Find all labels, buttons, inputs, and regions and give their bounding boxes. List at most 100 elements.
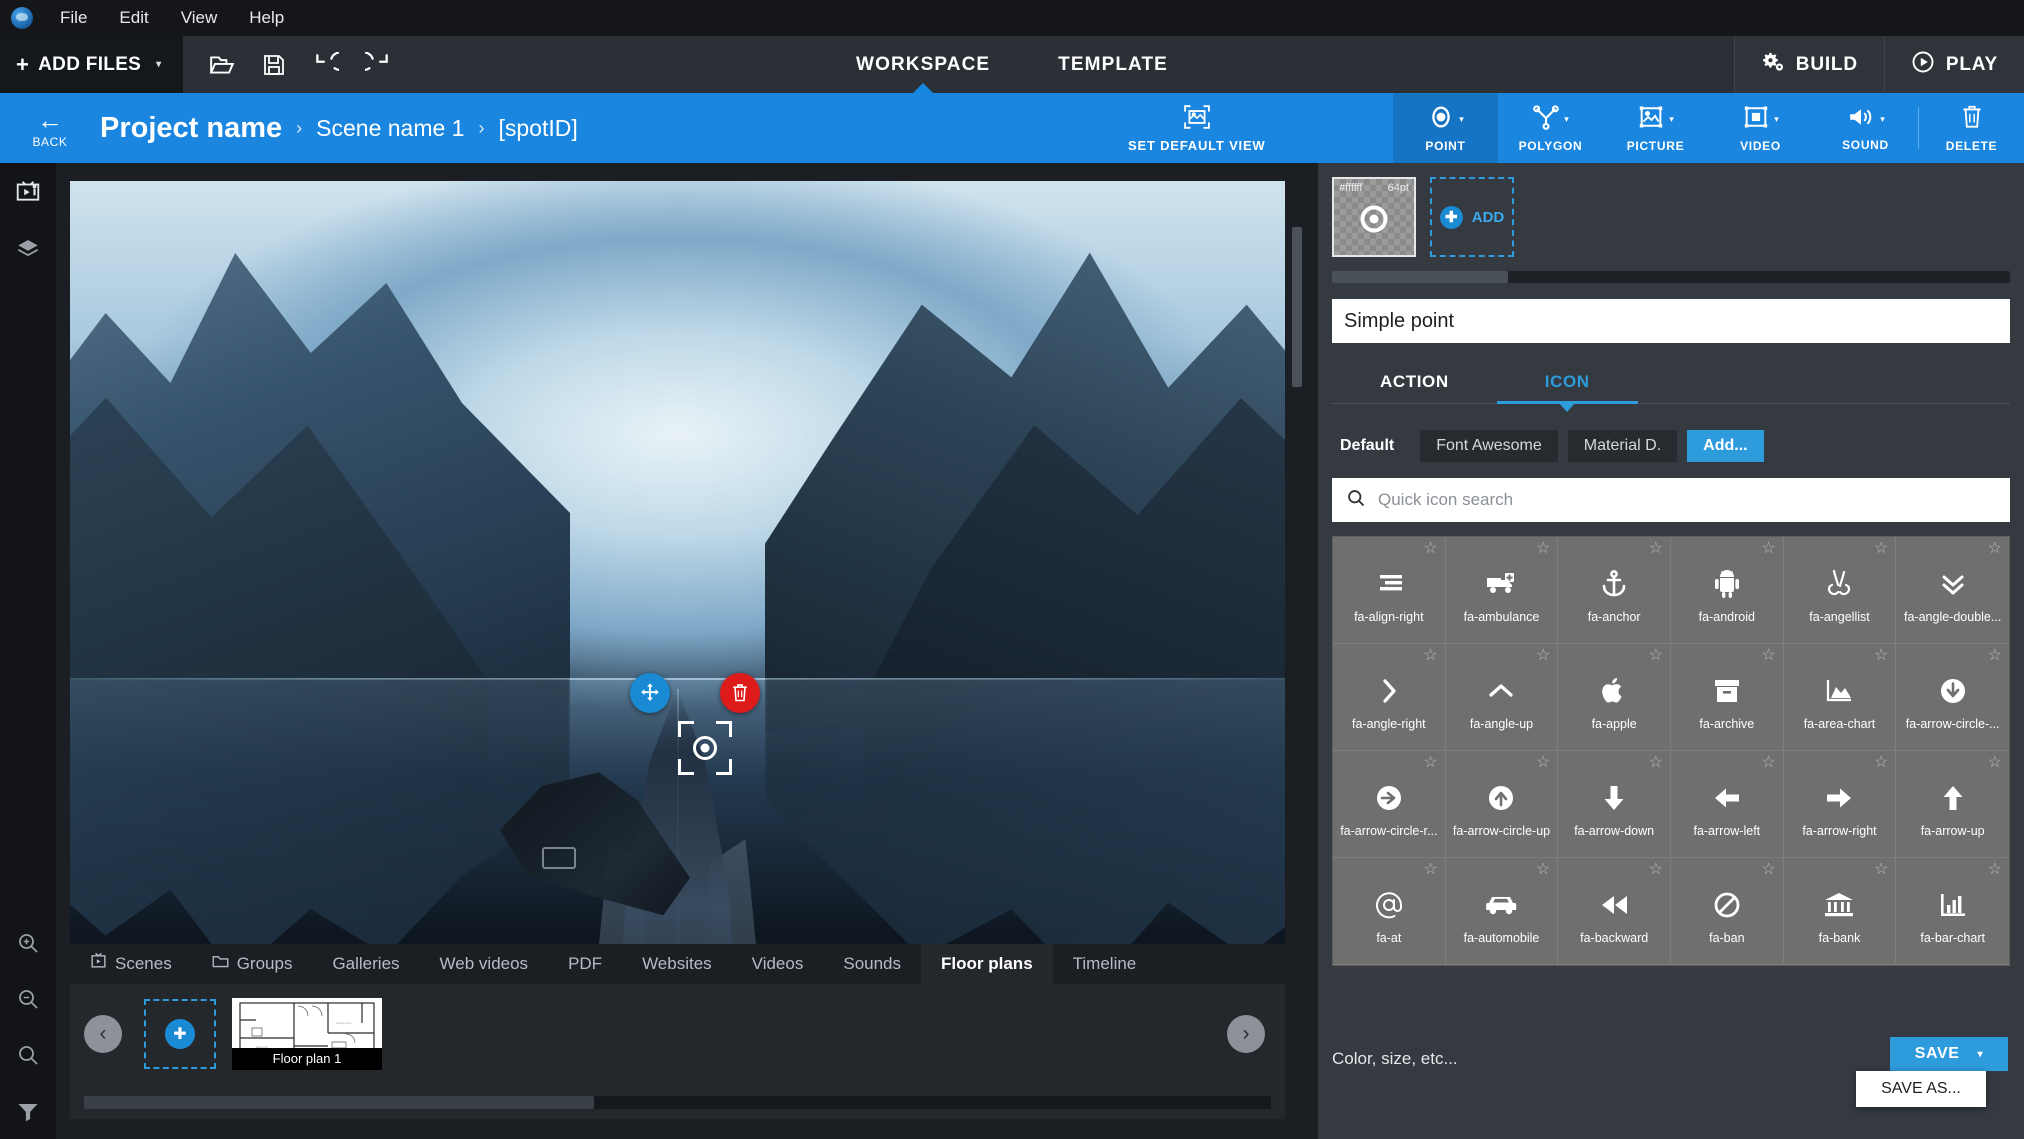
icon-cell-fa-archive[interactable]: ☆ fa-archive: [1670, 644, 1784, 751]
tab-floor-plans[interactable]: Floor plans: [921, 944, 1053, 984]
scrollbar-thumb[interactable]: [84, 1096, 595, 1109]
tool-video[interactable]: ▾ VIDEO: [1708, 93, 1813, 163]
add-floor-plan-slot[interactable]: ✚: [144, 999, 216, 1069]
filter-icon[interactable]: [0, 1083, 56, 1139]
icon-cell-fa-angle-up[interactable]: ☆ fa-angle-up: [1445, 644, 1559, 751]
filmstrip-horizontal-scrollbar[interactable]: [84, 1096, 1271, 1109]
favorite-star-icon[interactable]: ☆: [1649, 862, 1663, 878]
menu-item-help[interactable]: Help: [233, 0, 300, 36]
icon-cell-fa-bank[interactable]: ☆ fa-bank: [1783, 858, 1897, 965]
back-button[interactable]: ← BACK: [0, 93, 100, 163]
icon-cell-fa-arrow-down[interactable]: ☆ fa-arrow-down: [1558, 751, 1671, 858]
favorite-star-icon[interactable]: ☆: [1649, 648, 1663, 664]
favorite-star-icon[interactable]: ☆: [1423, 862, 1437, 878]
favorite-star-icon[interactable]: ☆: [1536, 755, 1550, 771]
icon-cell-fa-backward[interactable]: ☆ fa-backward: [1558, 858, 1671, 965]
media-info-icon[interactable]: [0, 163, 56, 219]
hotspot-name-input[interactable]: [1332, 299, 2010, 343]
icon-cell-fa-arrow-circle-right[interactable]: ☆ fa-arrow-circle-r...: [1333, 751, 1446, 858]
favorite-star-icon[interactable]: ☆: [1874, 648, 1888, 664]
icon-search-bar[interactable]: [1332, 478, 2010, 522]
hotspot-marker[interactable]: [678, 721, 732, 775]
filmstrip-prev-button[interactable]: ‹: [84, 1015, 122, 1053]
icon-cell-fa-align-right[interactable]: ☆ fa-align-right: [1333, 537, 1446, 644]
tool-picture[interactable]: ▾ PICTURE: [1603, 93, 1708, 163]
scrollbar-thumb[interactable]: [1292, 227, 1302, 387]
floor-plan-thumbnail[interactable]: Bedroom Living room Floor plan 1: [232, 998, 382, 1070]
icon-cell-fa-arrow-left[interactable]: ☆ fa-arrow-left: [1670, 751, 1784, 858]
icon-cell-fa-area-chart[interactable]: ☆ fa-area-chart: [1783, 644, 1897, 751]
favorite-star-icon[interactable]: ☆: [1988, 648, 2002, 664]
redo-button[interactable]: [357, 44, 399, 86]
icon-cell-fa-angle-double-down[interactable]: ☆ fa-angle-double...: [1896, 537, 2009, 644]
favorite-star-icon[interactable]: ☆: [1988, 755, 2002, 771]
favorite-star-icon[interactable]: ☆: [1874, 755, 1888, 771]
delete-hotspot-button[interactable]: DELETE: [1919, 93, 2024, 163]
zoom-in-icon[interactable]: [0, 915, 56, 971]
favorite-star-icon[interactable]: ☆: [1649, 541, 1663, 557]
icon-cell-fa-apple[interactable]: ☆ fa-apple: [1558, 644, 1671, 751]
icon-cell-fa-arrow-circle-up[interactable]: ☆ fa-arrow-circle-up: [1445, 751, 1559, 858]
icon-cell-fa-angle-right[interactable]: ☆ fa-angle-right: [1333, 644, 1446, 751]
build-button[interactable]: BUILD: [1733, 36, 1884, 93]
filter-default[interactable]: Default: [1332, 430, 1410, 462]
search-input[interactable]: [1378, 490, 1996, 510]
filter-font-awesome[interactable]: Font Awesome: [1420, 430, 1558, 462]
tab-galleries[interactable]: Galleries: [312, 944, 419, 984]
favorite-star-icon[interactable]: ☆: [1988, 541, 2002, 557]
set-default-view-button[interactable]: SET DEFAULT VIEW: [1110, 93, 1284, 163]
favorite-star-icon[interactable]: ☆: [1423, 541, 1437, 557]
tab-websites[interactable]: Websites: [622, 944, 732, 984]
tool-polygon[interactable]: ▾ POLYGON: [1498, 93, 1603, 163]
favorite-star-icon[interactable]: ☆: [1423, 648, 1437, 664]
breadcrumb-spot[interactable]: [spotID]: [498, 115, 577, 142]
tab-pdf[interactable]: PDF: [548, 944, 622, 984]
tab-scenes[interactable]: Scenes: [70, 944, 192, 984]
icon-cell-fa-ambulance[interactable]: ☆ fa-ambulance: [1445, 537, 1559, 644]
menu-item-view[interactable]: View: [165, 0, 234, 36]
icon-cell-fa-arrow-right[interactable]: ☆ fa-arrow-right: [1783, 751, 1897, 858]
breadcrumb-scene[interactable]: Scene name 1: [316, 115, 464, 142]
tab-workspace[interactable]: WORKSPACE: [822, 36, 1024, 93]
hotspot-delete-button[interactable]: [720, 673, 760, 713]
tool-point[interactable]: ▾ POINT: [1393, 93, 1498, 163]
favorite-star-icon[interactable]: ☆: [1649, 755, 1663, 771]
tab-groups[interactable]: Groups: [192, 944, 313, 984]
save-as-menu-item[interactable]: SAVE AS...: [1856, 1071, 1986, 1107]
filter-material-design[interactable]: Material D.: [1567, 430, 1678, 462]
icon-cell-fa-automobile[interactable]: ☆ fa-automobile: [1445, 858, 1559, 965]
tab-template[interactable]: TEMPLATE: [1024, 36, 1202, 93]
scrollbar-thumb[interactable]: [1332, 271, 1509, 283]
filmstrip-next-button[interactable]: ›: [1227, 1015, 1265, 1053]
icon-cell-fa-arrow-up[interactable]: ☆ fa-arrow-up: [1896, 751, 2009, 858]
save-button[interactable]: SAVE ▾: [1890, 1037, 2008, 1071]
tab-sounds[interactable]: Sounds: [823, 944, 921, 984]
favorite-star-icon[interactable]: ☆: [1988, 862, 2002, 878]
icon-cell-fa-arrow-circle-down[interactable]: ☆ fa-arrow-circle-...: [1896, 644, 2009, 751]
color-size-link[interactable]: Color, size, etc...: [1332, 1049, 1458, 1069]
menu-item-edit[interactable]: Edit: [103, 0, 164, 36]
tab-web-videos[interactable]: Web videos: [420, 944, 549, 984]
favorite-star-icon[interactable]: ☆: [1761, 862, 1775, 878]
icon-cell-fa-at[interactable]: ☆ fa-at: [1333, 858, 1446, 965]
filter-add-button[interactable]: Add...: [1687, 430, 1764, 462]
favorite-star-icon[interactable]: ☆: [1874, 541, 1888, 557]
favorite-star-icon[interactable]: ☆: [1874, 862, 1888, 878]
undo-button[interactable]: [305, 44, 347, 86]
canvas-vertical-scrollbar[interactable]: [1290, 181, 1304, 1119]
favorite-star-icon[interactable]: ☆: [1761, 755, 1775, 771]
save-disk-button[interactable]: [253, 44, 295, 86]
menu-item-file[interactable]: File: [44, 0, 103, 36]
add-icon-state-button[interactable]: ✚ ADD: [1430, 177, 1514, 257]
icon-cell-fa-angellist[interactable]: ☆ fa-angellist: [1783, 537, 1897, 644]
favorite-star-icon[interactable]: ☆: [1761, 541, 1775, 557]
icon-cell-fa-ban[interactable]: ☆ fa-ban: [1670, 858, 1784, 965]
tab-icon[interactable]: ICON: [1496, 361, 1638, 404]
tab-videos[interactable]: Videos: [732, 944, 824, 984]
breadcrumb-project[interactable]: Project name: [100, 112, 282, 145]
favorite-star-icon[interactable]: ☆: [1536, 862, 1550, 878]
play-button[interactable]: PLAY: [1883, 36, 2024, 93]
zoom-reset-icon[interactable]: [0, 1027, 56, 1083]
favorite-star-icon[interactable]: ☆: [1536, 648, 1550, 664]
favorite-star-icon[interactable]: ☆: [1761, 648, 1775, 664]
